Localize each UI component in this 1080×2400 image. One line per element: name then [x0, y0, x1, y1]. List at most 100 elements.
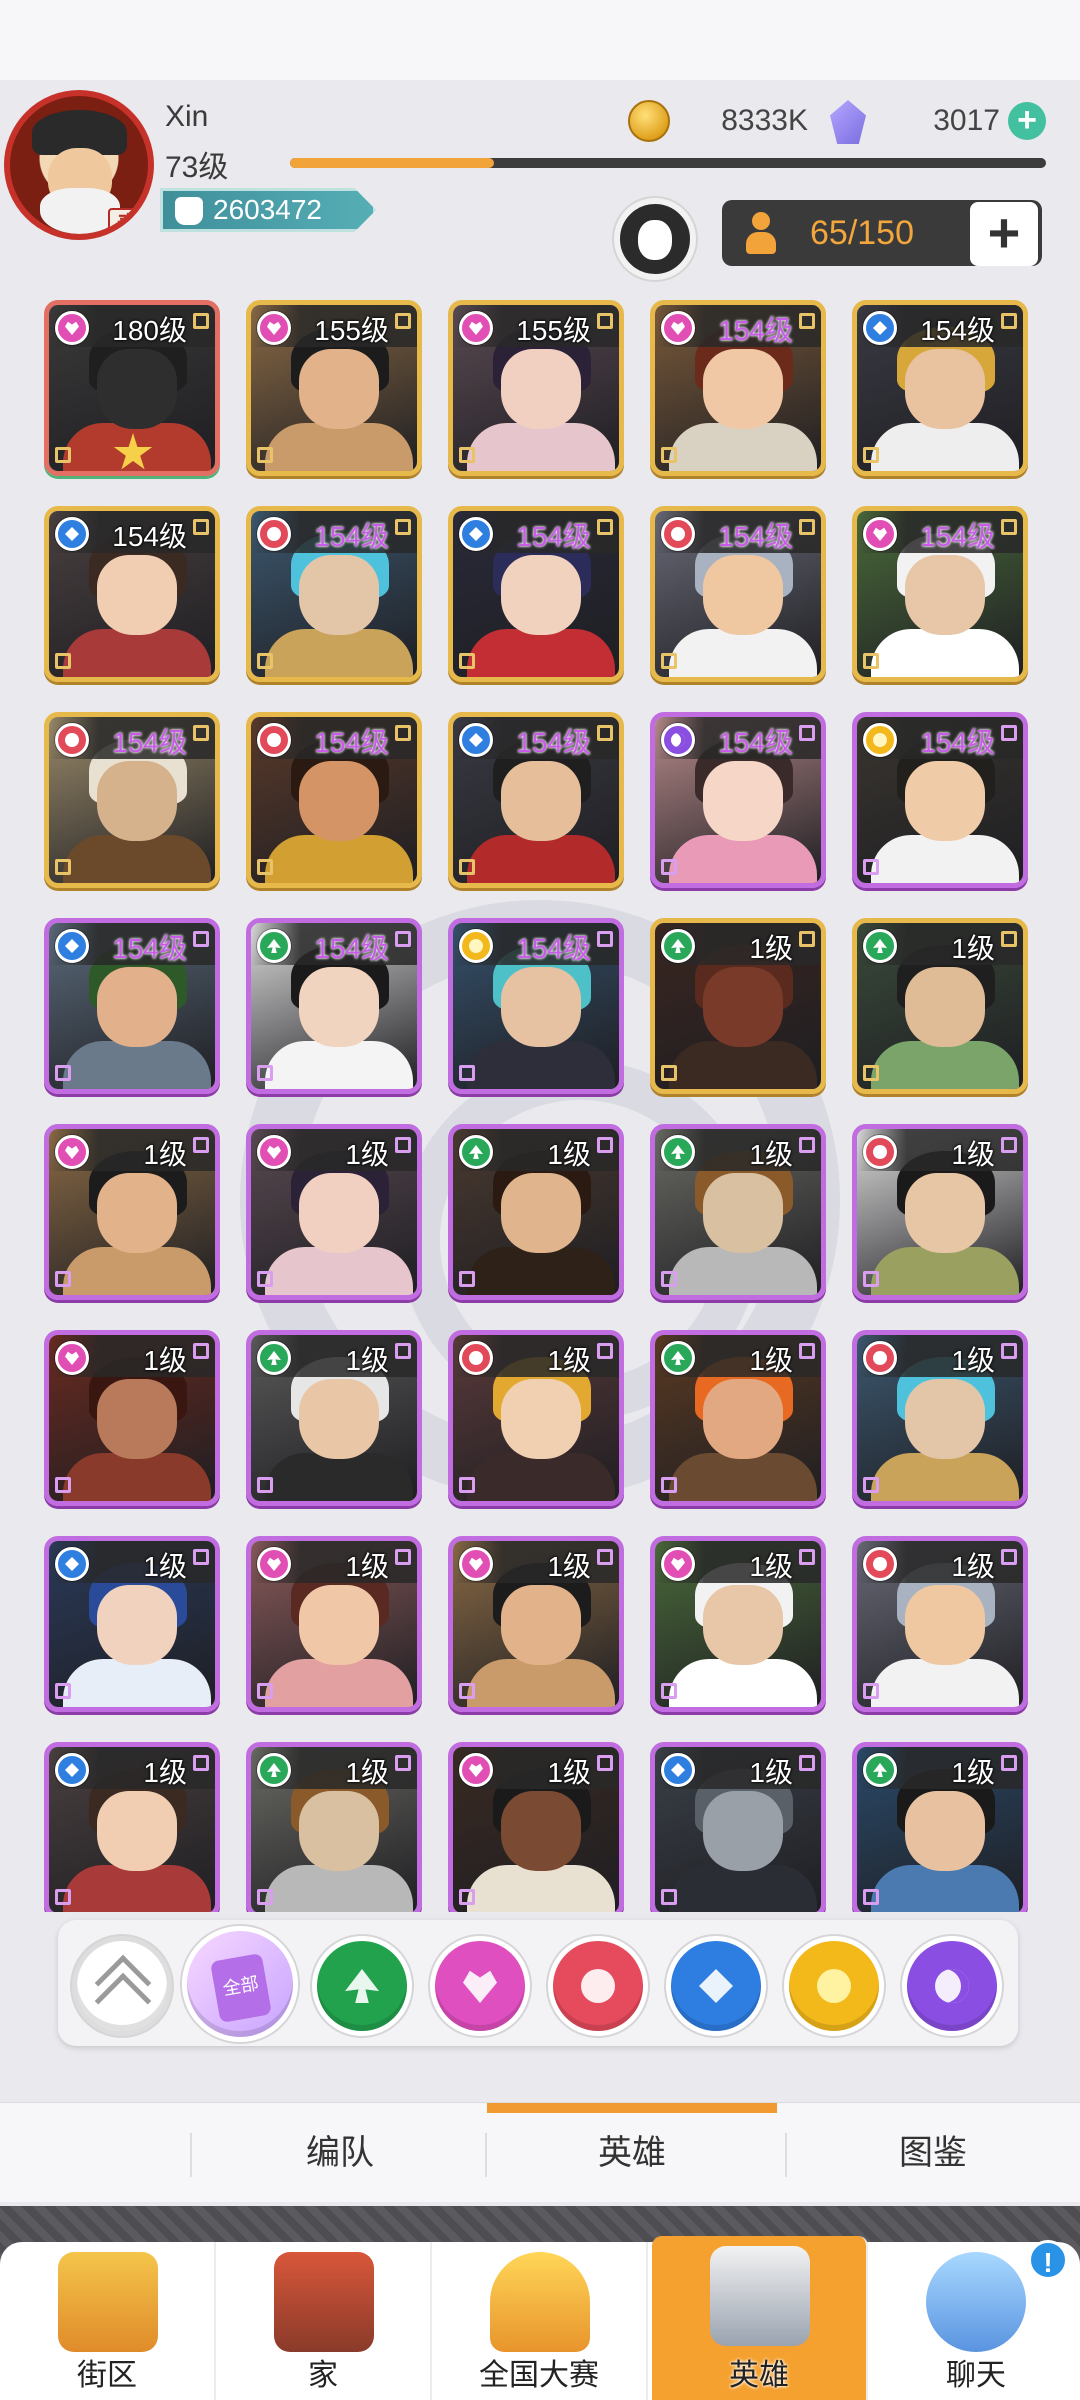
hero-card[interactable]: 1级	[246, 1536, 422, 1712]
hero-card[interactable]: 1级	[650, 1124, 826, 1300]
hero-portrait-body	[63, 1041, 211, 1089]
card-corner-icon	[459, 653, 475, 669]
hero-portrait-face	[905, 1173, 985, 1253]
hero-card[interactable]: 154级	[650, 300, 826, 476]
card-corner-icon	[1001, 1755, 1017, 1771]
hero-card[interactable]: 1级	[852, 1124, 1028, 1300]
nav-heroes[interactable]: 英雄	[652, 2236, 868, 2400]
hero-card[interactable]: 155级	[448, 300, 624, 476]
card-corner-icon	[55, 1889, 71, 1905]
heart-icon	[661, 1547, 695, 1581]
hero-level: 154级	[314, 933, 389, 964]
collapse-button[interactable]	[72, 1936, 172, 2036]
hero-level: 1级	[345, 1551, 389, 1582]
hero-card[interactable]: 1级	[448, 1536, 624, 1712]
hero-filter-button[interactable]	[614, 198, 696, 280]
hero-card[interactable]: 1级	[44, 1124, 220, 1300]
hero-level: 154级	[718, 315, 793, 346]
hero-level: 154级	[920, 315, 995, 346]
hero-card[interactable]: 154级	[852, 506, 1028, 682]
hero-level: 155级	[516, 315, 591, 346]
hero-card[interactable]: 1级	[246, 1330, 422, 1506]
hero-card[interactable]: 154级	[44, 712, 220, 888]
hero-card[interactable]: 1级	[650, 1330, 826, 1506]
hero-card[interactable]: 1级	[44, 1742, 220, 1912]
hero-card[interactable]: 1级	[650, 918, 826, 1094]
player-avatar[interactable]: 秦	[4, 90, 154, 240]
hero-level: 154级	[314, 521, 389, 552]
hero-card[interactable]: 154级	[448, 506, 624, 682]
coin-icon	[628, 100, 670, 142]
hero-card[interactable]: 154级	[448, 712, 624, 888]
hero-card[interactable]: 1级	[650, 1742, 826, 1912]
filter-diamond-button[interactable]	[666, 1936, 766, 2036]
hero-level: 154级	[516, 727, 591, 758]
hero-card[interactable]: 1级	[448, 1330, 624, 1506]
hero-card[interactable]: 154级	[650, 506, 826, 682]
hero-card[interactable]: 154级	[448, 918, 624, 1094]
hero-level: 1级	[749, 1345, 793, 1376]
card-corner-icon	[661, 1477, 677, 1493]
hero-portrait-face	[97, 1379, 177, 1459]
hero-card[interactable]: 1级	[448, 1124, 624, 1300]
hero-card[interactable]: 154级	[44, 918, 220, 1094]
hero-level: 154级	[112, 521, 187, 552]
hero-portrait-body	[467, 1041, 615, 1089]
filter-moon-button[interactable]	[902, 1936, 1002, 2036]
hero-card[interactable]: 154级	[852, 712, 1028, 888]
filter-sun-button[interactable]	[784, 1936, 884, 2036]
filter-heart-button[interactable]	[430, 1936, 530, 2036]
hero-card[interactable]: 1级	[650, 1536, 826, 1712]
filter-all-button[interactable]: 全部	[182, 1926, 298, 2042]
hero-portrait-body	[265, 629, 413, 677]
card-corner-icon	[55, 1683, 71, 1699]
hero-card[interactable]: 154级	[852, 300, 1028, 476]
hero-portrait-face	[905, 967, 985, 1047]
hero-level: 1级	[749, 933, 793, 964]
tab-heroes[interactable]: 英雄	[487, 2103, 777, 2203]
hero-card[interactable]: 154级	[246, 712, 422, 888]
hero-level: 154级	[718, 727, 793, 758]
tab-formation[interactable]: 编队	[195, 2103, 485, 2203]
club-icon	[55, 723, 89, 757]
sun-icon	[863, 723, 897, 757]
heart-icon	[257, 311, 291, 345]
hero-card[interactable]: 1级	[448, 1742, 624, 1912]
nav-tournament[interactable]: 全国大赛	[432, 2242, 648, 2400]
hero-card[interactable]: 180级	[44, 300, 220, 476]
card-corner-icon	[661, 1065, 677, 1081]
hero-card[interactable]: 1级	[246, 1742, 422, 1912]
hero-card[interactable]: 155级	[246, 300, 422, 476]
hero-card[interactable]: 1级	[852, 1536, 1028, 1712]
hero-card[interactable]: 154级	[246, 506, 422, 682]
hero-card[interactable]: 154级	[650, 712, 826, 888]
nav-home[interactable]: 家	[216, 2242, 432, 2400]
hero-portrait-face	[703, 967, 783, 1047]
hero-card[interactable]: 154级	[44, 506, 220, 682]
card-corner-icon	[193, 1755, 209, 1771]
hero-card[interactable]: 1级	[852, 1330, 1028, 1506]
card-corner-icon	[1001, 1137, 1017, 1153]
expand-slots-button[interactable]: +	[970, 202, 1038, 266]
card-corner-icon	[55, 447, 71, 463]
card-corner-icon	[799, 1137, 815, 1153]
filter-club-button[interactable]	[548, 1936, 648, 2036]
card-corner-icon	[597, 931, 613, 947]
hero-card[interactable]: 1级	[44, 1330, 220, 1506]
filter-spade-button[interactable]	[312, 1936, 412, 2036]
hero-portrait-body	[63, 1659, 211, 1707]
nav-street[interactable]: 街区	[0, 2242, 216, 2400]
hero-card[interactable]: 1级	[852, 918, 1028, 1094]
hero-portrait-face	[299, 1379, 379, 1459]
hero-level: 1级	[547, 1139, 591, 1170]
hero-card[interactable]: 1级	[246, 1124, 422, 1300]
hero-card[interactable]: 1级	[44, 1536, 220, 1712]
hero-card[interactable]: 154级	[246, 918, 422, 1094]
hero-portrait-body	[669, 1247, 817, 1295]
add-gems-button[interactable]: +	[1008, 102, 1046, 140]
fist-icon	[175, 197, 203, 225]
hero-portrait-face	[299, 1585, 379, 1665]
hero-card[interactable]: 1级	[852, 1742, 1028, 1912]
tab-codex[interactable]: 图鉴	[788, 2103, 1078, 2203]
xp-bar	[290, 158, 1046, 168]
